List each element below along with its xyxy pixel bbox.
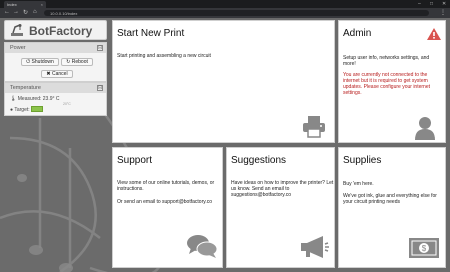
target-input[interactable]: [31, 106, 43, 112]
admin-warning: You are currently not connected to the i…: [343, 72, 430, 96]
reboot-icon: ↻: [66, 59, 71, 65]
support-card[interactable]: Support View some of our online tutorial…: [112, 147, 223, 268]
temperature-panel: Temperature ⊟ 🌡 Measured: 23.9° C 20°C ●…: [4, 82, 107, 116]
back-icon[interactable]: ←: [4, 9, 10, 15]
target-dot-icon: ●: [10, 107, 14, 113]
logo-text: BotFactory: [29, 24, 93, 38]
user-icon: [415, 117, 435, 140]
support-text: View some of our online tutorials, demos…: [117, 180, 215, 192]
printer-arm-icon: [11, 24, 23, 36]
printer-icon: [303, 116, 325, 138]
support-email-text: Or send an email to support@botfactory.c…: [117, 199, 213, 205]
reboot-button[interactable]: ↻ Reboot: [61, 58, 93, 66]
cancel-icon: ✖: [46, 71, 51, 77]
close-window-icon[interactable]: ✕: [442, 1, 446, 7]
power-panel-title: Power: [10, 45, 26, 51]
supplies-text: Buy 'em here.: [343, 181, 374, 187]
target-row: ● Target:: [10, 107, 30, 113]
browser-toolbar: ← → ↻ ⌂ 10.0.0.10/index ⋮: [0, 8, 450, 18]
supplies-detail-text: We've got ink, glue and everything else …: [343, 193, 437, 205]
browser-tab[interactable]: Index ×: [4, 1, 46, 8]
supplies-card[interactable]: Supplies Buy 'em here. We've got ink, gl…: [338, 147, 446, 268]
admin-text: Setup user info, networks settings, and …: [343, 55, 430, 67]
admin-card[interactable]: Admin Setup user info, networks settings…: [338, 20, 446, 143]
megaphone-icon: [301, 236, 329, 258]
tab-close-icon[interactable]: ×: [41, 2, 43, 7]
browser-tab-bar: Index × – □ ✕: [0, 0, 450, 8]
minimize-icon[interactable]: –: [418, 1, 421, 7]
browser-menu-icon[interactable]: ⋮: [440, 9, 446, 16]
power-panel-header: Power ⊟: [5, 43, 106, 53]
reboot-label: Reboot: [71, 59, 88, 65]
temperature-panel-title: Temperature: [10, 85, 41, 91]
power-collapse-icon[interactable]: ⊟: [97, 45, 103, 51]
admin-title: Admin: [343, 28, 372, 39]
suggestions-card[interactable]: Suggestions Have ideas on how to improve…: [226, 147, 335, 268]
home-icon[interactable]: ⌂: [33, 9, 37, 15]
svg-text:$: $: [422, 244, 427, 253]
temperature-collapse-icon[interactable]: ⊟: [97, 85, 103, 91]
measured-label: Measured:: [17, 96, 42, 102]
address-bar[interactable]: 10.0.0.10/index: [44, 10, 429, 16]
reload-icon[interactable]: ↻: [23, 9, 28, 16]
measured-note: 20°C: [63, 102, 71, 106]
botfactory-logo[interactable]: BotFactory: [4, 20, 107, 40]
suggestions-title: Suggestions: [231, 155, 287, 166]
power-panel: Power ⊟ ⏻ Shutdown ↻ Reboot ✖ Cancel: [4, 42, 107, 82]
supplies-title: Supplies: [343, 155, 382, 166]
warning-icon: [427, 28, 441, 40]
measured-row: 🌡 Measured: 23.9° C: [10, 96, 60, 102]
start-new-print-text: Start printing and assembling a new circ…: [117, 53, 211, 59]
browser-tab-title: Index: [7, 2, 17, 7]
temperature-panel-header: Temperature ⊟: [5, 83, 106, 93]
support-title: Support: [117, 155, 153, 166]
shutdown-button[interactable]: ⏻ Shutdown: [21, 58, 59, 66]
cancel-label: Cancel: [52, 71, 68, 77]
forward-icon[interactable]: →: [13, 9, 19, 15]
money-icon: $: [409, 238, 439, 258]
suggestions-text: Have ideas on how to improve the printer…: [231, 180, 334, 198]
start-new-print-title: Start New Print: [117, 28, 185, 39]
shutdown-label: Shutdown: [31, 59, 54, 65]
app-area: BotFactory Power ⊟ ⏻ Shutdown ↻ Reboot ✖…: [0, 18, 450, 272]
target-label: Target:: [14, 107, 30, 113]
measured-value: 23.9° C: [42, 96, 60, 102]
power-icon: ⏻: [26, 59, 31, 65]
thermometer-icon: 🌡: [10, 96, 17, 102]
cancel-button[interactable]: ✖ Cancel: [41, 70, 73, 78]
chat-bubbles-icon: [187, 235, 217, 258]
address-bar-url: 10.0.0.10/index: [50, 11, 78, 16]
start-new-print-card[interactable]: Start New Print Start printing and assem…: [112, 20, 335, 143]
maximize-icon[interactable]: □: [430, 1, 433, 7]
